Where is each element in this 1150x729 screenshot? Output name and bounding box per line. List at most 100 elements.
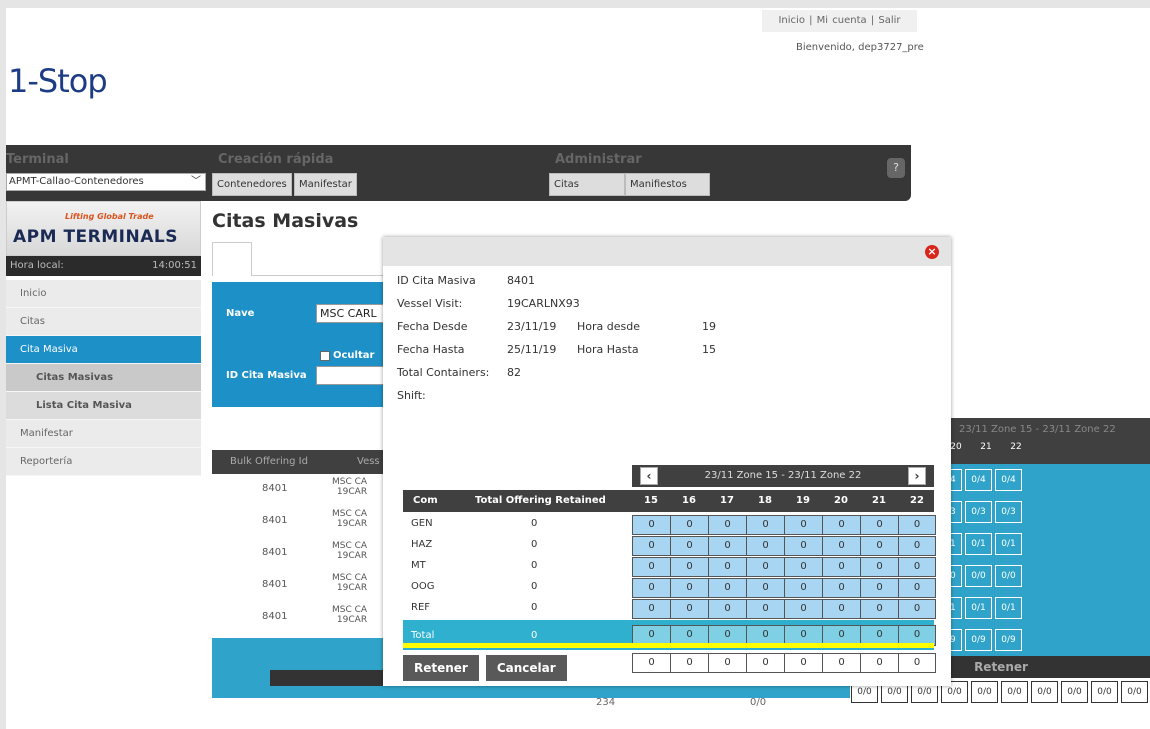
zone-nav: ‹ 23/11 Zone 15 - 23/11 Zone 22 › [632, 465, 934, 487]
zone-cell[interactable]: 0 [898, 515, 936, 535]
clock-value: 14:00:51 [152, 260, 197, 271]
zone-cell[interactable]: 0 [632, 557, 670, 577]
nave-label: Nave [226, 308, 255, 319]
zone-cell[interactable]: 0 [670, 515, 708, 535]
zone-cell[interactable]: 0 [708, 578, 746, 598]
zone-cell[interactable]: 0 [632, 515, 670, 535]
zone-cell[interactable]: 0 [746, 599, 784, 619]
zone-cell[interactable]: 0 [822, 536, 860, 556]
bg-grid-cell: 0/9 [995, 629, 1022, 651]
retener-button[interactable]: Retener [403, 655, 479, 681]
zone-cell[interactable]: 0 [898, 536, 936, 556]
zone-cell[interactable]: 0 [746, 557, 784, 577]
zone-cell[interactable]: 0 [746, 536, 784, 556]
zone-cell[interactable]: 0 [822, 515, 860, 535]
brand-card: Lifting Global Trade APM TERMINALS Hora … [6, 201, 201, 277]
zone-cell[interactable]: 0 [670, 557, 708, 577]
page-title: Citas Masivas [212, 210, 359, 232]
bg-grid-cell: 0/0 [995, 565, 1022, 587]
zone-cell[interactable]: 0 [898, 599, 936, 619]
zone-cell[interactable]: 0 [784, 515, 822, 535]
zone-cell[interactable]: 0 [822, 578, 860, 598]
zone-col-header: 20 [834, 495, 848, 506]
zone-cell[interactable]: 0 [860, 557, 898, 577]
sidebar-item-cita-masiva[interactable]: Cita Masiva [6, 336, 201, 364]
sidebar-item-reporteria[interactable]: Reportería [6, 448, 201, 476]
bg-grid-cell: 0/9 [965, 629, 992, 651]
sidebar-item-citas-masivas[interactable]: Citas Masivas [6, 364, 201, 392]
help-icon[interactable]: ? [887, 158, 905, 178]
footer-ratio: 0/0 [750, 697, 767, 708]
zone-cell[interactable]: 0 [632, 599, 670, 619]
zone-cell[interactable]: 0 [784, 599, 822, 619]
zone-cell[interactable]: 0 [670, 578, 708, 598]
zone-columns: 15 16 17 18 19 20 21 22 [632, 490, 936, 512]
zone-cell[interactable]: 0 [708, 599, 746, 619]
top-links[interactable]: Inicio | Mi cuenta | Salir [762, 10, 917, 32]
bg-last-cell: 0/0 [1091, 681, 1118, 703]
zone-cell[interactable]: 0 [822, 557, 860, 577]
row-vessel-name: MSC CA [332, 605, 368, 615]
zone-cell[interactable]: 0 [746, 578, 784, 598]
row-vessel: MSC CA 19CAR [332, 477, 367, 497]
zone-cell[interactable]: 0 [670, 536, 708, 556]
bg-grid-cell: 0/1 [995, 533, 1022, 555]
zone-cell[interactable]: 0 [860, 515, 898, 535]
close-icon[interactable]: × [925, 245, 939, 259]
hora-hasta-value: 15 [702, 343, 716, 356]
zone-cell[interactable]: 0 [708, 536, 746, 556]
menu-manifestar[interactable]: Manifestar [294, 173, 357, 196]
zone-cell[interactable]: 0 [822, 599, 860, 619]
row-vessel-name: MSC CA [332, 573, 368, 583]
sidebar-item-citas[interactable]: Citas [6, 308, 201, 336]
summary-cell: 0 [898, 653, 936, 673]
ocultar-checkbox[interactable] [320, 351, 330, 361]
menu-citas[interactable]: Citas [549, 173, 625, 196]
zone-cell[interactable]: 0 [670, 599, 708, 619]
row-vessel: MSC CA 19CAR [332, 541, 367, 561]
cancelar-button[interactable]: Cancelar [485, 655, 567, 681]
zone-cell[interactable]: 0 [632, 536, 670, 556]
zone-cell[interactable]: 0 [708, 515, 746, 535]
next-zone-button[interactable]: › [908, 467, 926, 485]
zone-col-header: 17 [720, 495, 734, 506]
zone-cell[interactable]: 0 [860, 599, 898, 619]
menu-contenedores[interactable]: Contenedores [212, 173, 292, 196]
row-total-offering: 0 [531, 518, 538, 529]
bg-last-cell: 0/0 [1061, 681, 1088, 703]
row-vessel-visit: 19CAR [336, 519, 368, 529]
zone-table-header: Com Total Offering Retained 15 16 17 18 19 20… [403, 490, 934, 512]
sidebar-item-lista-cita-masiva[interactable]: Lista Cita Masiva [6, 392, 201, 420]
zone-cell[interactable]: 0 [860, 578, 898, 598]
zone-cell[interactable]: 0 [784, 536, 822, 556]
summary-cell: 0 [670, 653, 708, 673]
summary-cell: 0 [822, 653, 860, 673]
zone-cell[interactable]: 0 [708, 557, 746, 577]
zone-cell[interactable]: 0 [632, 578, 670, 598]
sidebar-item-inicio[interactable]: Inicio [6, 280, 201, 308]
bg-last-cell: 0/0 [1001, 681, 1028, 703]
row-bulk-id: 8401 [262, 483, 288, 494]
zone-cell[interactable]: 0 [784, 557, 822, 577]
zone-cell[interactable]: 0 [746, 515, 784, 535]
sidebar-item-manifestar[interactable]: Manifestar [6, 420, 201, 448]
row-vessel-visit: 19CAR [336, 583, 368, 593]
id-cita-value: 8401 [507, 274, 535, 287]
menu-manifiestos[interactable]: Manifiestos [625, 173, 710, 196]
row-vessel: MSC CA 19CAR [332, 605, 367, 625]
bg-grid-cell: 0/3 [995, 501, 1022, 523]
col-bulk-offering: Bulk Offering Id [230, 456, 308, 467]
brand-tagline: Lifting Global Trade [65, 212, 154, 221]
zone-cell[interactable]: 0 [860, 536, 898, 556]
zone-cell[interactable]: 0 [898, 557, 936, 577]
terminal-select[interactable]: APMT-Callao-Contenedores ﹀ [6, 173, 206, 191]
zone-col-header: 21 [872, 495, 886, 506]
local-clock: Hora local: 14:00:51 [6, 256, 201, 276]
table-row: REF 0 0 0 0 0 0 0 0 0 [403, 599, 936, 620]
zone-cell[interactable]: 0 [784, 578, 822, 598]
row-bulk-id: 8401 [262, 579, 288, 590]
fecha-desde-label: Fecha Desde [397, 320, 468, 333]
zone-cell[interactable]: 0 [898, 578, 936, 598]
prev-zone-button[interactable]: ‹ [640, 467, 658, 485]
tab-active[interactable] [212, 242, 252, 276]
